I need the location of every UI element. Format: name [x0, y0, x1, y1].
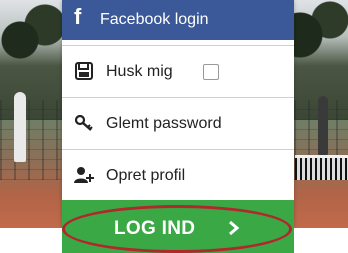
login-dropdown: f Facebook login Husk mig Glemt password…: [62, 0, 294, 253]
forgot-password-link[interactable]: Glemt password: [62, 97, 294, 149]
tennis-net: [295, 155, 348, 180]
facebook-login-button[interactable]: f Facebook login: [62, 0, 294, 40]
remember-me-label: Husk mig: [106, 63, 173, 80]
create-profile-link[interactable]: Opret profil: [62, 149, 294, 201]
key-icon: [74, 114, 93, 131]
person-right: [318, 96, 328, 158]
person-left: [14, 92, 26, 162]
add-user-icon: [74, 167, 94, 183]
facebook-icon: f: [74, 4, 82, 29]
remember-me-checkbox[interactable]: [203, 64, 219, 80]
remember-me-row[interactable]: Husk mig: [62, 45, 294, 97]
chevron-right-icon: [229, 220, 240, 236]
floppy-disk-icon: [75, 62, 93, 80]
facebook-login-label: Facebook login: [100, 11, 209, 28]
login-button[interactable]: LOG IND: [62, 200, 294, 253]
forgot-password-label: Glemt password: [106, 115, 222, 132]
create-profile-label: Opret profil: [106, 167, 186, 184]
login-button-label: LOG IND: [114, 218, 196, 239]
